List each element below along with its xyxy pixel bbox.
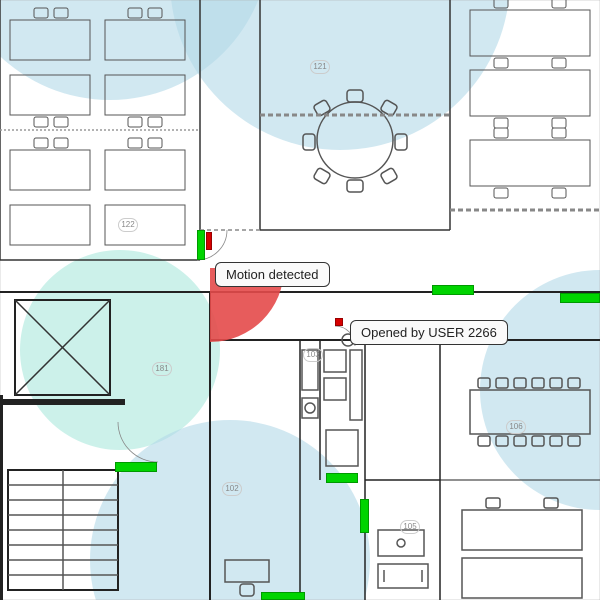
room-label-103: 103 bbox=[303, 348, 323, 362]
floor-plan-canvas[interactable]: 121 122 181 103 102 105 106 Motion detec… bbox=[0, 0, 600, 600]
door-sensor-1-alert[interactable] bbox=[206, 232, 212, 250]
room-label-102: 102 bbox=[222, 482, 242, 496]
door-sensor-corridor-2[interactable] bbox=[560, 293, 600, 303]
door-sensor-left[interactable] bbox=[115, 462, 157, 472]
alert-wedge bbox=[0, 0, 600, 600]
door-sensor-corridor-1[interactable] bbox=[432, 285, 474, 295]
door-sensor-1[interactable] bbox=[197, 230, 205, 260]
room-label-105: 105 bbox=[400, 520, 420, 534]
room-label-106: 106 bbox=[506, 420, 526, 434]
door-sensor-105[interactable] bbox=[360, 499, 369, 533]
room-label-181: 181 bbox=[152, 362, 172, 376]
door-sensor-alert-marker[interactable] bbox=[335, 318, 343, 326]
tooltip-opened-by: Opened by USER 2266 bbox=[350, 320, 508, 345]
room-label-122: 122 bbox=[118, 218, 138, 232]
door-sensor-103[interactable] bbox=[326, 473, 358, 483]
tooltip-motion-detected: Motion detected bbox=[215, 262, 330, 287]
door-sensor-102[interactable] bbox=[261, 592, 305, 600]
room-label-121: 121 bbox=[310, 60, 330, 74]
